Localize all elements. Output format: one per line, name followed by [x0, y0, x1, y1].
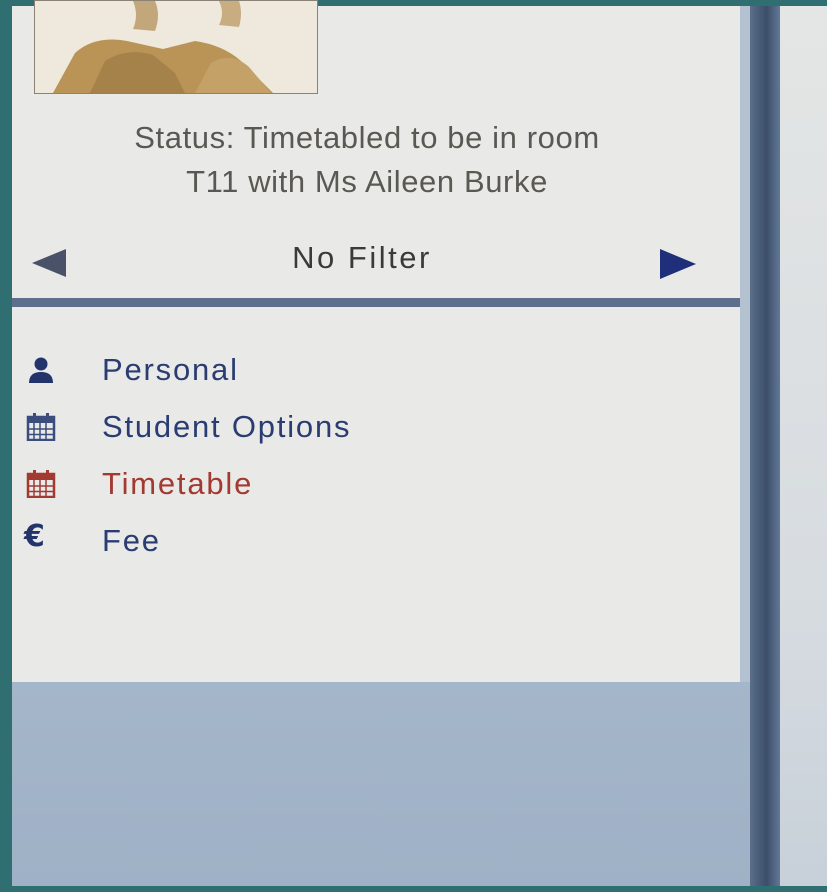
menu-item-personal[interactable]: Personal	[12, 342, 712, 399]
menu-item-label: Timetable	[102, 466, 254, 501]
menu-item-label: Personal	[102, 352, 239, 387]
menu-item-fee[interactable]: € Fee	[12, 513, 712, 570]
screen: Status: Timetabled to be in room T11 wit…	[12, 0, 827, 886]
student-side-panel: Status: Timetabled to be in room T11 wit…	[12, 0, 750, 682]
calendar-icon	[26, 470, 56, 499]
main-content-area	[778, 6, 827, 886]
euro-icon: €	[24, 519, 45, 554]
student-photo-image	[35, 1, 317, 93]
filter-label: No Filter	[292, 240, 432, 275]
status-text: Status: Timetabled to be in room T11 wit…	[12, 116, 722, 204]
student-menu: Personal Student Options Timetable € Fee	[12, 342, 712, 570]
status-line-2: T11 with Ms Aileen Burke	[186, 164, 548, 199]
menu-item-student-options[interactable]: Student Options	[12, 399, 712, 456]
person-icon	[26, 356, 56, 384]
calendar-icon	[26, 413, 56, 442]
menu-item-timetable[interactable]: Timetable	[12, 456, 712, 513]
divider	[12, 298, 740, 307]
menu-item-label: Fee	[102, 523, 161, 558]
arrow-right-icon[interactable]	[660, 249, 696, 279]
student-photo	[34, 0, 318, 94]
filter-bar: No Filter	[12, 234, 740, 290]
status-line-1: Status: Timetabled to be in room	[134, 120, 600, 155]
panel-frame-edge	[750, 6, 780, 886]
menu-item-label: Student Options	[102, 409, 352, 444]
